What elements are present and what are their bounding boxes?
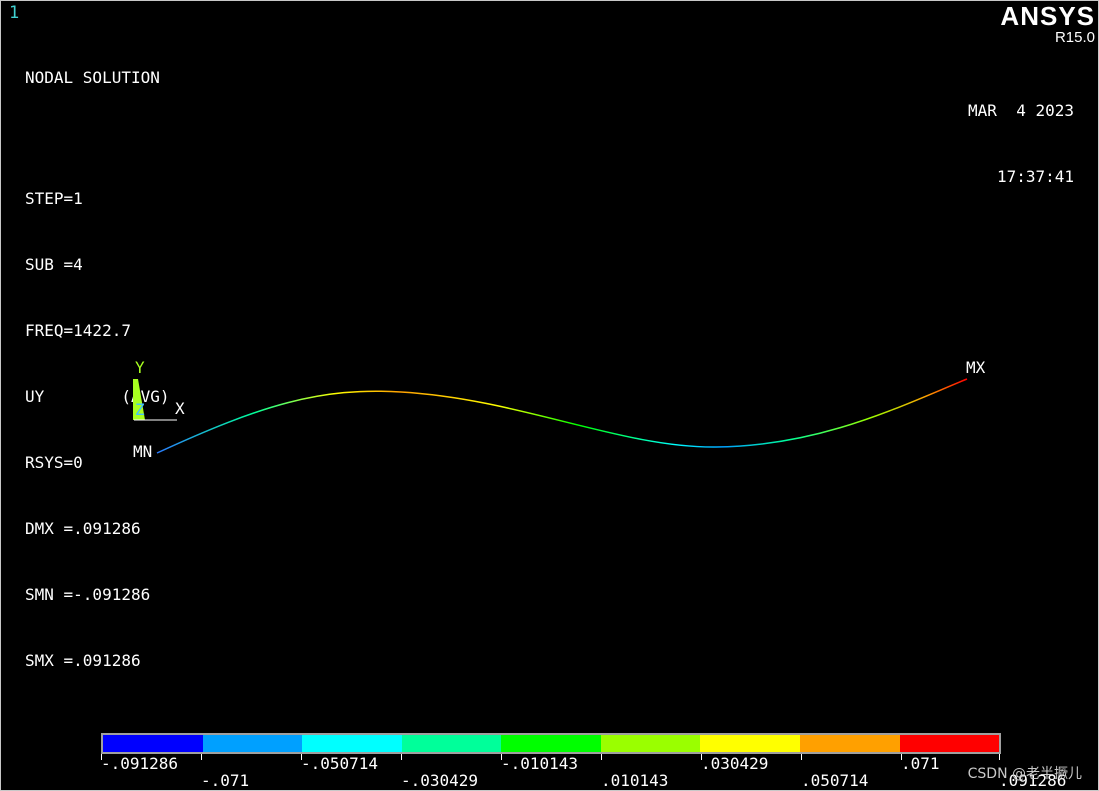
contour-legend-bar bbox=[101, 733, 1001, 754]
legend-tick bbox=[401, 754, 402, 760]
legend-tick bbox=[999, 754, 1000, 760]
legend-swatch-7 bbox=[700, 735, 800, 752]
triad-y-label: Y bbox=[135, 358, 145, 377]
legend-label: .071 bbox=[901, 754, 940, 773]
legend-label: -.030429 bbox=[401, 771, 479, 790]
min-marker-label: MN bbox=[133, 442, 152, 461]
legend-label: -.071 bbox=[201, 771, 250, 790]
legend-tick bbox=[201, 754, 202, 760]
legend-label: -.050714 bbox=[301, 754, 379, 773]
triad-z-label: Z bbox=[135, 400, 145, 419]
legend-swatch-1 bbox=[103, 735, 203, 752]
legend-label: .030429 bbox=[701, 754, 769, 773]
graphics-viewport[interactable]: 1 NODAL SOLUTION STEP=1 SUB =4 FREQ=1422… bbox=[0, 0, 1099, 791]
legend-swatch-5 bbox=[501, 735, 601, 752]
legend-swatch-2 bbox=[202, 735, 303, 752]
legend-swatch-9 bbox=[899, 735, 1000, 752]
watermark: CSDN @老半撅儿 bbox=[967, 766, 1082, 782]
legend-label: .050714 bbox=[801, 771, 869, 790]
legend-tick bbox=[601, 754, 602, 760]
coordinate-triad: Y Z X bbox=[133, 358, 185, 421]
legend-swatch-3 bbox=[302, 735, 402, 752]
max-marker-label: MX bbox=[966, 358, 986, 377]
contour-plot-canvas[interactable]: Y Z X MN MX bbox=[1, 1, 1098, 790]
legend-label: -.091286 bbox=[101, 754, 179, 773]
triad-x-label: X bbox=[175, 399, 185, 418]
legend-swatch-8 bbox=[799, 735, 900, 752]
beam-mode-shape-curve bbox=[156, 378, 968, 454]
legend-swatch-6 bbox=[600, 735, 701, 752]
legend-swatch-4 bbox=[401, 735, 502, 752]
legend-tick bbox=[801, 754, 802, 760]
legend-label: -.010143 bbox=[501, 754, 579, 773]
legend-label: .010143 bbox=[601, 771, 669, 790]
